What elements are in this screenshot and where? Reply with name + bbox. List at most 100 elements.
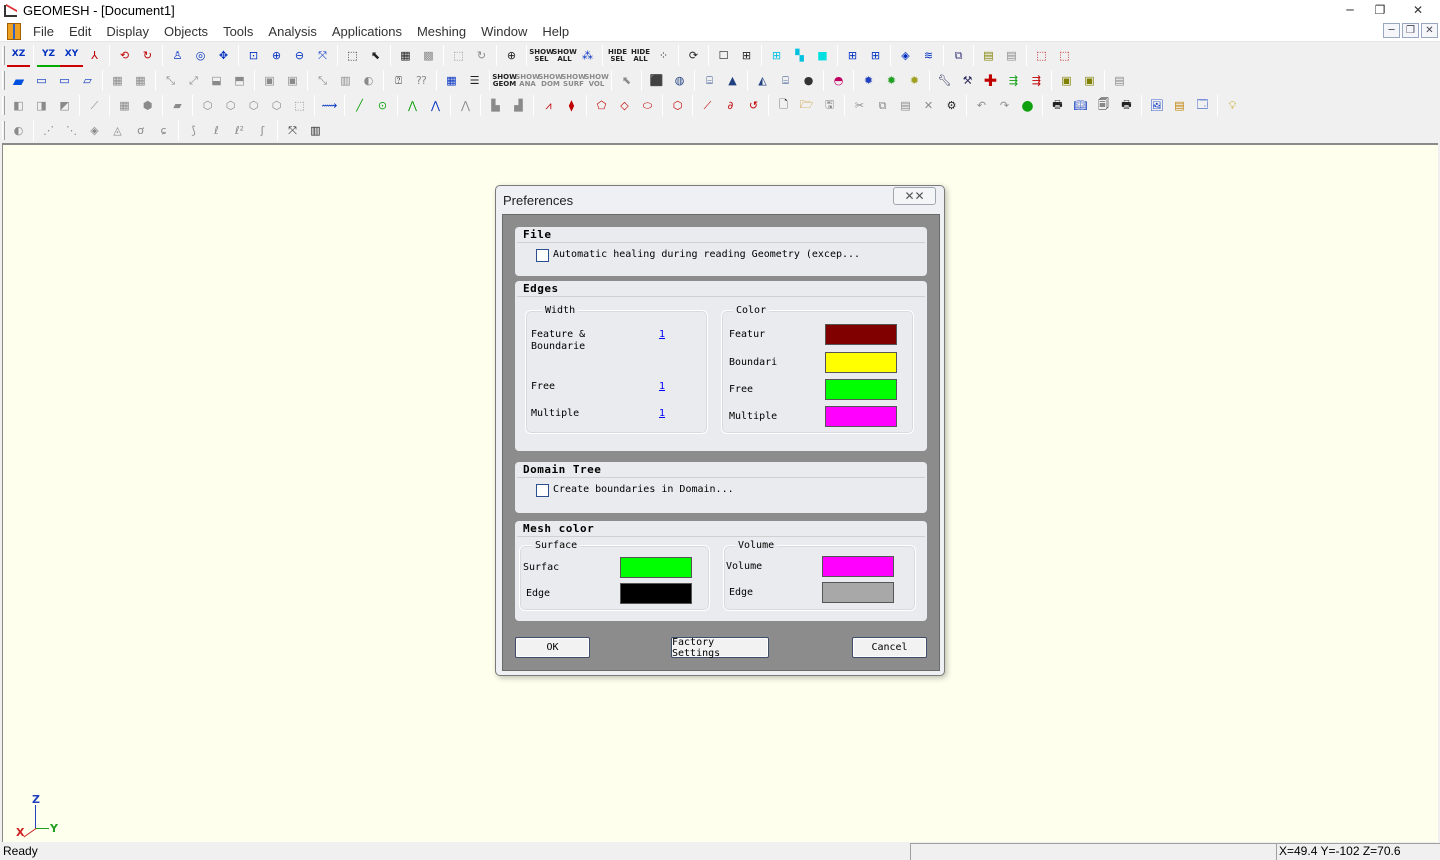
hexagon-icon[interactable]: ⬢ (136, 95, 159, 117)
move-icon[interactable]: ✥ (212, 45, 235, 67)
dashed-box-alt-icon[interactable]: ⬚ (1053, 45, 1076, 67)
surface-1-icon[interactable]: ▙ (484, 95, 507, 117)
geom-4-icon[interactable]: ⟋ (83, 95, 106, 117)
box-solid-icon[interactable]: ⬛ (645, 70, 668, 92)
show-sel-button[interactable]: SHOW SEL (529, 45, 554, 67)
mesh-2-icon[interactable]: ⋱ (60, 120, 83, 142)
cube-2-icon[interactable]: ⬡ (219, 95, 242, 117)
new-file-icon[interactable]: 🗋︎ (772, 95, 795, 117)
surface-edge-swatch[interactable] (620, 583, 692, 604)
table-icon[interactable]: ▦ (440, 70, 463, 92)
save-icon[interactable]: 🖫︎ (818, 95, 841, 117)
cube-4-icon[interactable]: ⬡ (265, 95, 288, 117)
cut-icon[interactable]: ✂ (848, 95, 871, 117)
geom-3-icon[interactable]: ◩ (53, 95, 76, 117)
undo-icon[interactable]: ↶ (970, 95, 993, 117)
hide-sel-button[interactable]: HIDE SEL (606, 45, 629, 67)
wedge-icon[interactable]: ◭ (751, 70, 774, 92)
zoom-fit-icon[interactable]: ⤧ (311, 45, 334, 67)
mesh-4-icon[interactable]: ◬ (106, 120, 129, 142)
box-1-icon[interactable]: ▣ (258, 70, 281, 92)
zoom-box-icon[interactable]: ⊡ (242, 45, 265, 67)
minimize-button[interactable]: ─ (1336, 0, 1364, 19)
transform-2-icon[interactable]: ⤢ (182, 70, 205, 92)
query-icon[interactable]: ⍰ (387, 70, 410, 92)
spin-icon[interactable]: ◎ (189, 45, 212, 67)
copy-icon[interactable]: ⧉ (871, 95, 894, 117)
refresh-icon[interactable]: ↻ (470, 45, 493, 67)
show-dom-button[interactable]: SHOW DOM (538, 70, 563, 92)
transform-1-icon[interactable]: ⤡ (159, 70, 182, 92)
line-icon[interactable]: ╱ (348, 95, 371, 117)
properties-icon[interactable]: ⚙ (940, 95, 963, 117)
angle-2-icon[interactable]: ⋀ (424, 95, 447, 117)
windows-icon[interactable]: ⧉ (947, 45, 970, 67)
menu-analysis[interactable]: Analysis (265, 24, 319, 39)
add-icon[interactable]: ✚ (979, 70, 1002, 92)
book-icon[interactable]: 📖︎ (1069, 95, 1092, 117)
dome-icon[interactable]: ◓ (827, 70, 850, 92)
edge-2-icon[interactable]: ∂ (719, 95, 742, 117)
tube-icon[interactable]: ⌸ (774, 70, 797, 92)
curve-2-icon[interactable]: ⧫ (560, 95, 583, 117)
pointer-icon[interactable]: ⬉ (615, 70, 638, 92)
volume-color-swatch[interactable] (822, 556, 894, 577)
list-icon[interactable]: ☰ (463, 70, 486, 92)
transform-3-icon[interactable]: ⬓ (205, 70, 228, 92)
solid-view-icon[interactable]: ▰ (7, 70, 30, 92)
patch-3-icon[interactable]: ⬭ (636, 95, 659, 117)
factory-settings-button[interactable]: Factory Settings (671, 637, 769, 659)
menu-applications[interactable]: Applications (329, 24, 405, 39)
grid-alt-icon[interactable]: ▩ (417, 45, 440, 67)
hide-nodes-icon[interactable]: ⁘ (652, 45, 675, 67)
mirror-3-icon[interactable]: ◐ (357, 70, 380, 92)
select-pointer-icon[interactable]: ⬉ (364, 45, 387, 67)
show-geom-button[interactable]: SHOW GEOM (492, 70, 517, 92)
wireframe-icon[interactable]: ▱ (76, 70, 99, 92)
create-boundaries-checkbox[interactable] (536, 484, 549, 497)
group-2-icon[interactable]: ▦ (129, 70, 152, 92)
material-2-icon[interactable]: ▣ (1078, 70, 1101, 92)
show-ana-button[interactable]: SHOW ANA (515, 70, 540, 92)
pan-icon[interactable]: ♙ (166, 45, 189, 67)
select-box-icon[interactable]: ⬚ (341, 45, 364, 67)
query-alt-icon[interactable]: ⁇ (410, 70, 433, 92)
menu-window[interactable]: Window (478, 24, 530, 39)
geom-2-icon[interactable]: ◨ (30, 95, 53, 117)
show-all-button[interactable]: SHOW ALL (552, 45, 577, 67)
close-button[interactable]: ✕ (1396, 0, 1440, 19)
view-yz-button[interactable]: YZ (37, 45, 60, 67)
grid-icon[interactable]: ▦ (394, 45, 417, 67)
mirror-2-icon[interactable]: ▥ (334, 70, 357, 92)
color-feature-swatch[interactable] (825, 324, 897, 345)
status-light-icon[interactable]: ● (1016, 95, 1039, 117)
width-free-value[interactable]: 1 (659, 381, 665, 392)
mesh-10-icon[interactable]: ʃ (251, 120, 274, 142)
view-layout-1-icon[interactable]: ⊞ (765, 45, 788, 67)
document-props-icon[interactable]: ▤ (1168, 95, 1191, 117)
view-layout-2-icon[interactable]: ▚ (788, 45, 811, 67)
menu-meshing[interactable]: Meshing (414, 24, 469, 39)
cube-3-icon[interactable]: ⬡ (242, 95, 265, 117)
chart-alt-icon[interactable]: ▤ (1000, 45, 1023, 67)
material-1-icon[interactable]: ▣ (1055, 70, 1078, 92)
polyline-icon[interactable]: ⟿ (318, 95, 341, 117)
menu-display[interactable]: Display (103, 24, 152, 39)
angle-1-icon[interactable]: ⋀ (401, 95, 424, 117)
dashed-box-icon[interactable]: ⬚ (1030, 45, 1053, 67)
reject-icon[interactable]: ⇶ (1025, 70, 1048, 92)
export-icon[interactable]: ▤ (1108, 70, 1131, 92)
color-boundary-swatch[interactable] (825, 352, 897, 373)
paste-icon[interactable]: ▤ (894, 95, 917, 117)
width-feature-value[interactable]: 1 (659, 329, 665, 340)
rotate-icon[interactable]: ⟲ (113, 45, 136, 67)
doc-restore-button[interactable]: ❐ (1402, 23, 1419, 38)
mesh-7-icon[interactable]: ⟆ (182, 120, 205, 142)
curve-1-icon[interactable]: ⩘ (537, 95, 560, 117)
view-xy-button[interactable]: XY (60, 45, 83, 67)
tools-icon[interactable]: ⚒ (956, 70, 979, 92)
cylinder-icon[interactable]: ⌸ (698, 70, 721, 92)
geom-5-icon[interactable]: ▦ (113, 95, 136, 117)
light-2-icon[interactable]: ✹ (880, 70, 903, 92)
color-free-swatch[interactable] (825, 379, 897, 400)
